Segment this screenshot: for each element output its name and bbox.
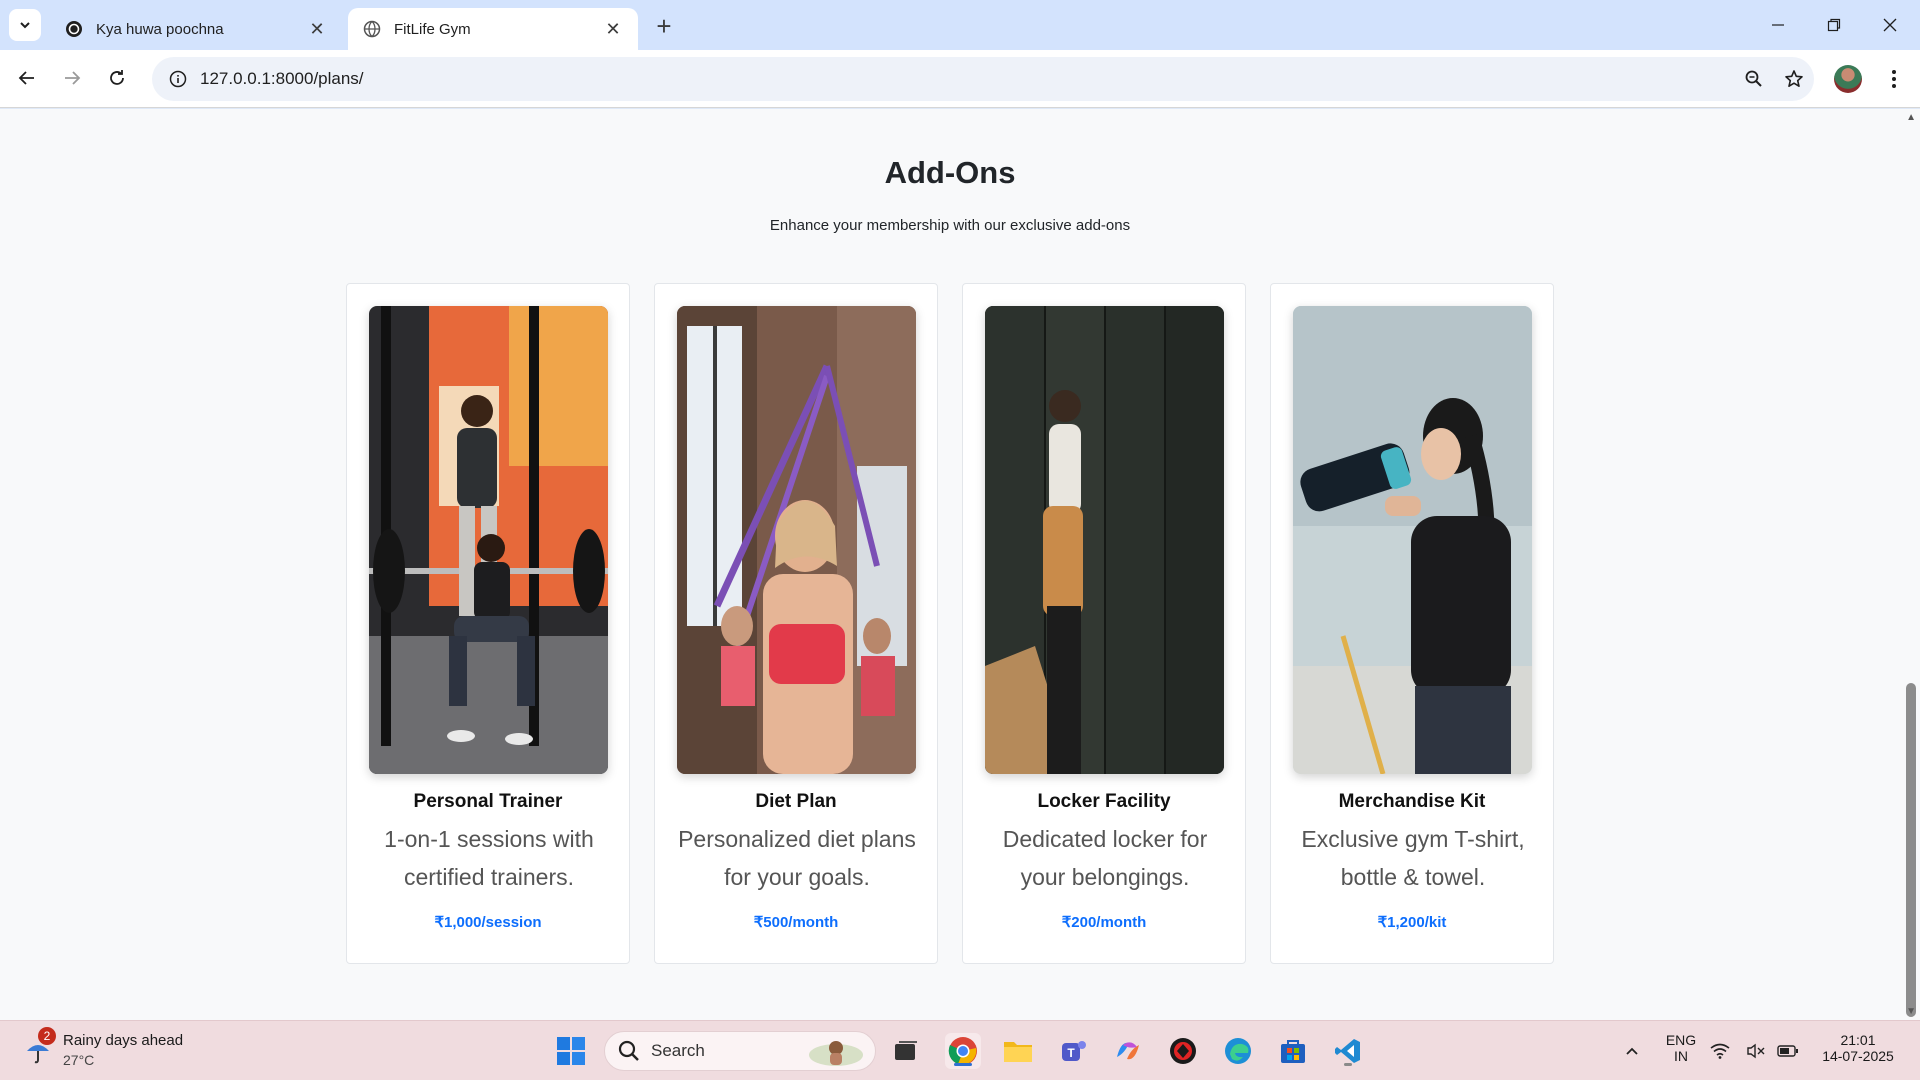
- browser-menu-button[interactable]: [1878, 61, 1910, 97]
- section-subtitle: Enhance your membership with our exclusi…: [769, 217, 1131, 234]
- close-window-button[interactable]: [1862, 0, 1918, 50]
- minimize-button[interactable]: [1750, 0, 1806, 50]
- woman-drinking-bottle-photo: [1293, 306, 1532, 774]
- language-line2: IN: [1674, 1048, 1688, 1064]
- volume-muted-icon[interactable]: [1744, 1033, 1768, 1069]
- weather-badge: 2: [38, 1027, 56, 1045]
- chrome-taskbar-icon[interactable]: [945, 1033, 981, 1069]
- forward-button[interactable]: [54, 60, 90, 96]
- teams-icon[interactable]: T: [1055, 1033, 1091, 1069]
- scroll-down-arrow-icon[interactable]: ▼: [1906, 1006, 1916, 1017]
- edge-icon[interactable]: [1220, 1033, 1256, 1069]
- resistance-band-class-photo: [677, 306, 916, 774]
- tab-kya-huwa-poochna[interactable]: Kya huwa poochna ✕: [50, 8, 342, 50]
- file-explorer-icon[interactable]: [1000, 1033, 1036, 1069]
- clock-date: 14-07-2025: [1822, 1048, 1894, 1064]
- search-label: Search: [651, 1041, 705, 1060]
- vscode-icon[interactable]: [1330, 1033, 1366, 1069]
- weather-temperature: 27°C: [63, 1052, 95, 1068]
- tab-strip: Kya huwa poochna ✕ FitLife Gym ✕ +: [0, 0, 1920, 50]
- reload-button[interactable]: [99, 60, 135, 96]
- taskbar-search[interactable]: Search: [604, 1031, 876, 1071]
- microsoft-store-icon[interactable]: [1275, 1033, 1311, 1069]
- language-indicator[interactable]: ENG IN: [1656, 1032, 1706, 1064]
- scroll-up-arrow-icon[interactable]: ▲: [1906, 112, 1916, 123]
- addon-card-merchandise-kit[interactable]: Merchandise Kit Exclusive gym T-shirt, b…: [1270, 283, 1554, 964]
- addon-description: Dedicated locker for your belongings.: [1002, 826, 1208, 890]
- site-info-icon[interactable]: [156, 70, 200, 88]
- language-line1: ENG: [1665, 1032, 1697, 1048]
- restore-icon: [1827, 18, 1841, 32]
- page-viewport: Add-Ons Enhance your membership with our…: [0, 109, 1920, 1020]
- addon-card-locker-facility[interactable]: Locker Facility Dedicated locker for you…: [962, 283, 1246, 964]
- addon-card-diet-plan[interactable]: Diet Plan Personalized diet plans for yo…: [654, 283, 938, 964]
- locker-room-photo: [985, 306, 1224, 774]
- task-view-icon[interactable]: [888, 1033, 924, 1069]
- addon-name: Merchandise Kit: [1338, 791, 1486, 812]
- tab-fitlife-gym[interactable]: FitLife Gym ✕: [348, 8, 638, 50]
- close-icon: [1883, 18, 1897, 32]
- addon-description: Personalized diet plans for your goals.: [678, 826, 916, 890]
- minimize-icon: [1772, 24, 1784, 26]
- new-tab-button[interactable]: +: [650, 11, 678, 41]
- clock-time: 21:01: [1840, 1032, 1876, 1048]
- active-indicator: [954, 1063, 972, 1066]
- tab-title: FitLife Gym: [394, 20, 471, 38]
- page-scrollbar[interactable]: ▲ ▼: [1902, 109, 1920, 1020]
- windows-logo-icon: [557, 1037, 585, 1065]
- zoom-icon[interactable]: [1734, 59, 1774, 99]
- browser-toolbar: 127.0.0.1:8000/plans/: [0, 50, 1920, 108]
- app-red-icon[interactable]: [1165, 1033, 1201, 1069]
- windows-taskbar: 2 Rainy days ahead 27°C Search T ENG IN …: [0, 1020, 1920, 1080]
- weather-headline[interactable]: Rainy days ahead: [63, 1032, 183, 1049]
- bookmark-star-icon[interactable]: [1774, 59, 1814, 99]
- addon-description: Exclusive gym T-shirt, bottle & towel.: [1301, 826, 1525, 890]
- arrow-right-icon: [65, 71, 81, 85]
- system-clock[interactable]: 21:01 14-07-2025: [1810, 1032, 1906, 1064]
- tab-search-button[interactable]: [9, 9, 41, 41]
- section-title: Add-Ons: [884, 155, 1016, 190]
- search-highlight-icon: [807, 1037, 865, 1072]
- svg-text:T: T: [1067, 1046, 1075, 1060]
- addon-price: ₹200/month: [1061, 914, 1147, 931]
- wifi-icon[interactable]: [1708, 1033, 1732, 1069]
- battery-icon[interactable]: [1776, 1033, 1800, 1069]
- profile-avatar[interactable]: [1834, 65, 1862, 93]
- addon-price: ₹500/month: [753, 914, 839, 931]
- addon-card-personal-trainer[interactable]: Personal Trainer 1-on-1 sessions with ce…: [346, 283, 630, 964]
- close-tab-icon[interactable]: ✕: [306, 18, 328, 40]
- scroll-thumb[interactable]: [1906, 683, 1916, 1017]
- chevron-down-icon: [20, 22, 30, 29]
- tab-title: Kya huwa poochna: [96, 20, 224, 38]
- start-button[interactable]: [553, 1033, 589, 1069]
- globe-icon: [362, 19, 382, 39]
- close-tab-icon[interactable]: ✕: [602, 18, 624, 40]
- search-icon: [618, 1040, 639, 1061]
- more-vertical-icon: [1892, 70, 1896, 88]
- addon-description: 1-on-1 sessions with certified trainers.: [384, 826, 594, 890]
- copilot-icon[interactable]: [1110, 1033, 1146, 1069]
- address-bar[interactable]: 127.0.0.1:8000/plans/: [152, 57, 1814, 101]
- back-button[interactable]: [9, 60, 45, 96]
- trainer-squat-photo: [369, 306, 608, 774]
- addon-price: ₹1,000/session: [434, 914, 542, 931]
- reload-icon: [110, 70, 124, 85]
- chatgpt-icon: [64, 19, 84, 39]
- addon-price: ₹1,200/kit: [1377, 914, 1447, 931]
- addon-name: Locker Facility: [1037, 791, 1171, 812]
- running-indicator: [1344, 1063, 1352, 1066]
- addon-name: Diet Plan: [755, 791, 837, 812]
- restore-button[interactable]: [1806, 0, 1862, 50]
- addon-name: Personal Trainer: [413, 791, 563, 812]
- arrow-left-icon: [18, 71, 34, 85]
- url-text[interactable]: 127.0.0.1:8000/plans/: [200, 69, 1734, 89]
- show-hidden-icons-chevron-up-icon[interactable]: [1614, 1033, 1650, 1069]
